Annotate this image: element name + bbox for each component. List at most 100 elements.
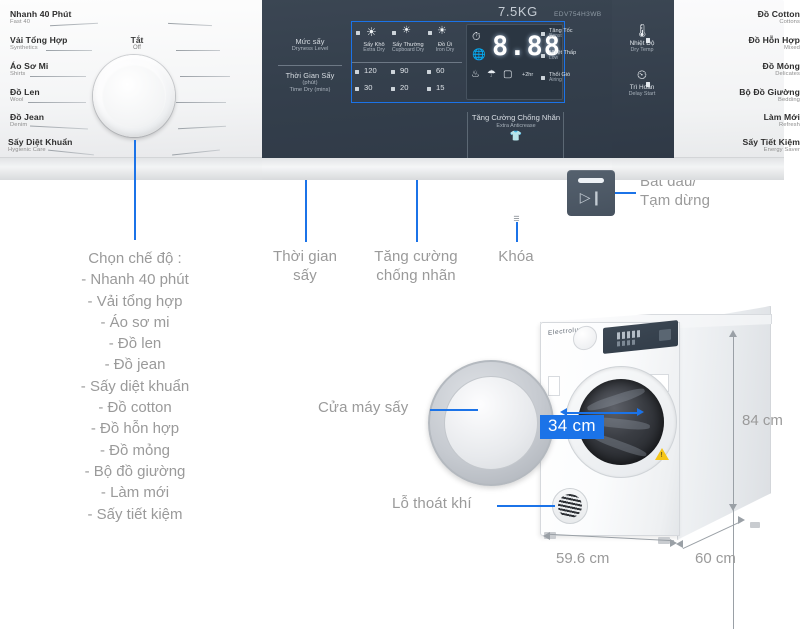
program-label-vi: Áo Sơ Mi xyxy=(10,61,49,71)
program-refresh[interactable]: Làm Mới Refresh xyxy=(670,112,800,129)
mode-list-item: - Vải tổng hợp xyxy=(87,292,183,310)
program-label-en: Delicates xyxy=(775,71,800,78)
annotation-anticrease: Tăng cường chống nhãn xyxy=(374,248,458,285)
dryness-level-vi: Mức sấy xyxy=(295,37,325,46)
program-label-vi: Đồ Jean xyxy=(10,112,45,122)
led-cupboard-dry xyxy=(392,31,396,35)
time-dry-en: Time Dry (mins) xyxy=(289,86,331,93)
led-delay-start xyxy=(646,82,650,87)
leader-line-lock xyxy=(516,222,518,242)
mode-list-item: - Đồ mỏng xyxy=(99,441,171,459)
option-en: Iron Dry xyxy=(435,47,455,54)
time-dry-label: Thời Gian Sấy (phút) Time Dry (mins) xyxy=(270,71,350,94)
lock-indicator: ☰ xyxy=(500,216,534,223)
play-pause-icon: ▷❙ xyxy=(579,189,603,205)
program-fast40[interactable]: Nhanh 40 Phút Fast 40 xyxy=(10,9,72,26)
led-airing xyxy=(541,76,545,80)
program-mixed[interactable]: Đồ Hỗn Hợp Mixed xyxy=(670,35,800,52)
mode-list-title: Chọn chế độ : xyxy=(88,250,182,267)
control-panel: Tắt Off Nhanh 40 Phút Fast 40 Vải Tổng H… xyxy=(0,0,800,180)
annotation-lock: Khóa xyxy=(498,248,534,265)
tick-synthetics xyxy=(46,50,92,51)
depth-dimension-label: 60 cm xyxy=(695,550,736,567)
program-label-vi: Nhanh 40 Phút xyxy=(10,9,72,19)
mode-list-item: - Đồ jean xyxy=(104,356,166,374)
delay-start-button[interactable]: ⏲ Trì Hoãn Delay Start xyxy=(614,68,670,98)
program-label-vi: Sấy Tiết Kiệm xyxy=(742,137,800,147)
program-selector-knob[interactable] xyxy=(93,55,175,137)
indicator-en: Boost xyxy=(549,33,562,40)
program-label-vi: Đồ Hỗn Hợp xyxy=(748,35,800,45)
indicator-low: Nhiệt Thấp Low xyxy=(549,50,576,62)
dryness-option-iron-dry[interactable]: Đồ Ủi Iron Dry xyxy=(423,42,467,54)
tick-wool xyxy=(28,102,86,103)
program-delicates[interactable]: Đồ Mỏng Delicates xyxy=(670,61,800,78)
program-cottons[interactable]: Đồ Cotton Cottons xyxy=(670,9,800,26)
sun-small-icon: ☀ xyxy=(437,25,447,37)
start-pause-button[interactable]: ▷❙ xyxy=(567,170,615,216)
dry-temp-vi: Nhiệt Độ xyxy=(629,40,655,47)
time-option-20[interactable]: 20 xyxy=(400,83,408,92)
width-dimension-label: 59.6 cm xyxy=(556,550,610,567)
product-photo: Electrolux ! xyxy=(420,300,800,590)
mini-start-button xyxy=(659,328,671,342)
anticrease-button[interactable]: Tăng Cường Chống Nhăn Extra Anticrease 👕 xyxy=(470,113,562,142)
anticrease-en: Extra Anticrease xyxy=(496,122,536,129)
leader-line-air-vent xyxy=(497,505,555,507)
delay-start-en: Delay Start xyxy=(628,91,656,98)
program-label-vi: Vải Tổng Hợp xyxy=(10,35,68,45)
program-label-en: Refresh xyxy=(779,122,800,129)
dry-temp-button[interactable]: 🌡 Nhiệt Độ Dry Temp xyxy=(614,24,670,54)
indicator-en: Airing xyxy=(549,77,562,84)
sun-full-icon: ☀ xyxy=(366,25,377,39)
time-option-90[interactable]: 90 xyxy=(400,66,408,75)
knob-off-en: Off xyxy=(133,44,141,51)
mode-list-item: - Sấy tiết kiệm xyxy=(87,505,183,523)
label-divider xyxy=(278,65,342,66)
time-dry-vi: Thời Gian Sấy xyxy=(285,71,335,80)
mode-list-item: - Áo sơ mi xyxy=(100,313,170,331)
led-15 xyxy=(427,87,431,91)
mode-list-item: - Nhanh 40 phút xyxy=(81,271,189,289)
mode-list-item: - Làm mới xyxy=(100,484,170,502)
height-dimension-line xyxy=(733,333,734,629)
anticrease-divider-left xyxy=(467,112,468,158)
clock-icon: ⏲ xyxy=(636,67,648,82)
program-energy-saver[interactable]: Sấy Tiết Kiệm Energy Saver xyxy=(668,137,800,154)
program-label-vi: Đồ Mỏng xyxy=(762,61,800,71)
time-option-120[interactable]: 120 xyxy=(364,66,377,75)
led-60 xyxy=(427,70,431,74)
capacity-label: 7.5KG xyxy=(498,4,538,19)
time-option-15[interactable]: 15 xyxy=(436,83,444,92)
mode-list-item: - Đồ hỗn hợp xyxy=(90,420,180,438)
annotation-door: Cửa máy sấy xyxy=(318,399,409,416)
led-boost xyxy=(541,32,545,36)
leader-line-anticrease xyxy=(416,172,418,242)
door-opening-badge: 34 cm xyxy=(540,415,604,439)
dry-temp-en: Dry Temp xyxy=(630,47,654,54)
heat-icon: ♨ xyxy=(471,69,480,80)
globe-icon: 🌐 xyxy=(472,49,486,61)
water-tank-icon: ▢ xyxy=(503,69,513,80)
program-bedding[interactable]: Bộ Đồ Giường Bedding xyxy=(670,87,800,104)
arrow-down xyxy=(729,504,737,511)
start-button-bar xyxy=(578,178,604,183)
mode-list-item: - Đồ cotton xyxy=(98,399,172,417)
tick-mixed xyxy=(176,50,220,51)
program-label-vi: Đồ Cotton xyxy=(757,9,800,19)
program-label-vi: Bộ Đồ Giường xyxy=(739,87,800,97)
time-option-60[interactable]: 60 xyxy=(436,66,444,75)
program-label-vi: Sấy Diệt Khuẩn xyxy=(8,137,73,147)
anticrease-divider-right xyxy=(563,112,564,158)
dryer-door-open[interactable] xyxy=(428,360,554,486)
lock-icon: ☰ xyxy=(513,216,521,223)
led-dry-temp xyxy=(646,38,650,43)
air-vent-grille xyxy=(552,488,588,524)
time-option-30[interactable]: 30 xyxy=(364,83,372,92)
timer-icon: ⏱ xyxy=(472,31,481,43)
filter-icon: ☂ xyxy=(487,69,496,80)
led-30 xyxy=(355,87,359,91)
arrow-right-depth xyxy=(738,516,745,524)
program-label-en: Energy Saver xyxy=(763,147,800,154)
arrow-left-width xyxy=(543,532,550,540)
